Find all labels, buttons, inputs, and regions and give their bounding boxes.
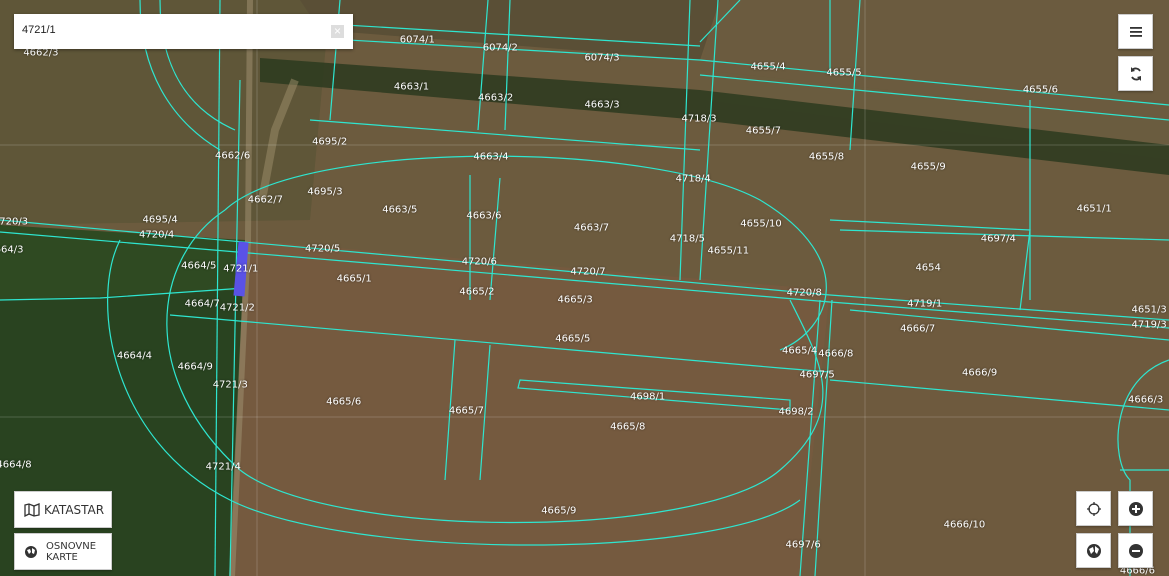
globe-icon xyxy=(25,545,37,558)
katastar-label: KATASTAR xyxy=(44,502,105,517)
clear-search-button[interactable]: × xyxy=(331,25,344,38)
close-icon: × xyxy=(333,24,341,38)
menu-button[interactable] xyxy=(1118,14,1153,49)
globe-layer-button[interactable] xyxy=(1076,533,1111,568)
refresh-icon xyxy=(1130,66,1141,81)
zoom-in-icon xyxy=(1128,501,1143,516)
refresh-button[interactable] xyxy=(1118,56,1153,91)
search-box: × xyxy=(14,14,353,49)
zoom-out-button[interactable] xyxy=(1118,533,1153,568)
map-canvas[interactable]: 4662/3 6074/1 6074/2 6074/3 4655/4 4655/5 4655… xyxy=(0,0,1169,576)
locate-icon xyxy=(1086,501,1101,516)
katastar-button[interactable]: KATASTAR xyxy=(14,491,112,528)
map-icon xyxy=(24,502,40,517)
osnovne-karte-line2: KARTE xyxy=(46,551,78,563)
locate-button[interactable] xyxy=(1076,491,1111,526)
aerial-imagery xyxy=(0,0,1169,576)
menu-icon xyxy=(1129,26,1142,37)
osnovne-karte-line1: OSNOVNE xyxy=(46,540,97,552)
globe-icon xyxy=(1086,543,1101,558)
zoom-out-icon xyxy=(1128,543,1143,558)
zoom-in-button[interactable] xyxy=(1118,491,1153,526)
search-input[interactable] xyxy=(20,23,324,37)
osnovne-karte-button[interactable]: OSNOVNE KARTE xyxy=(14,533,112,570)
